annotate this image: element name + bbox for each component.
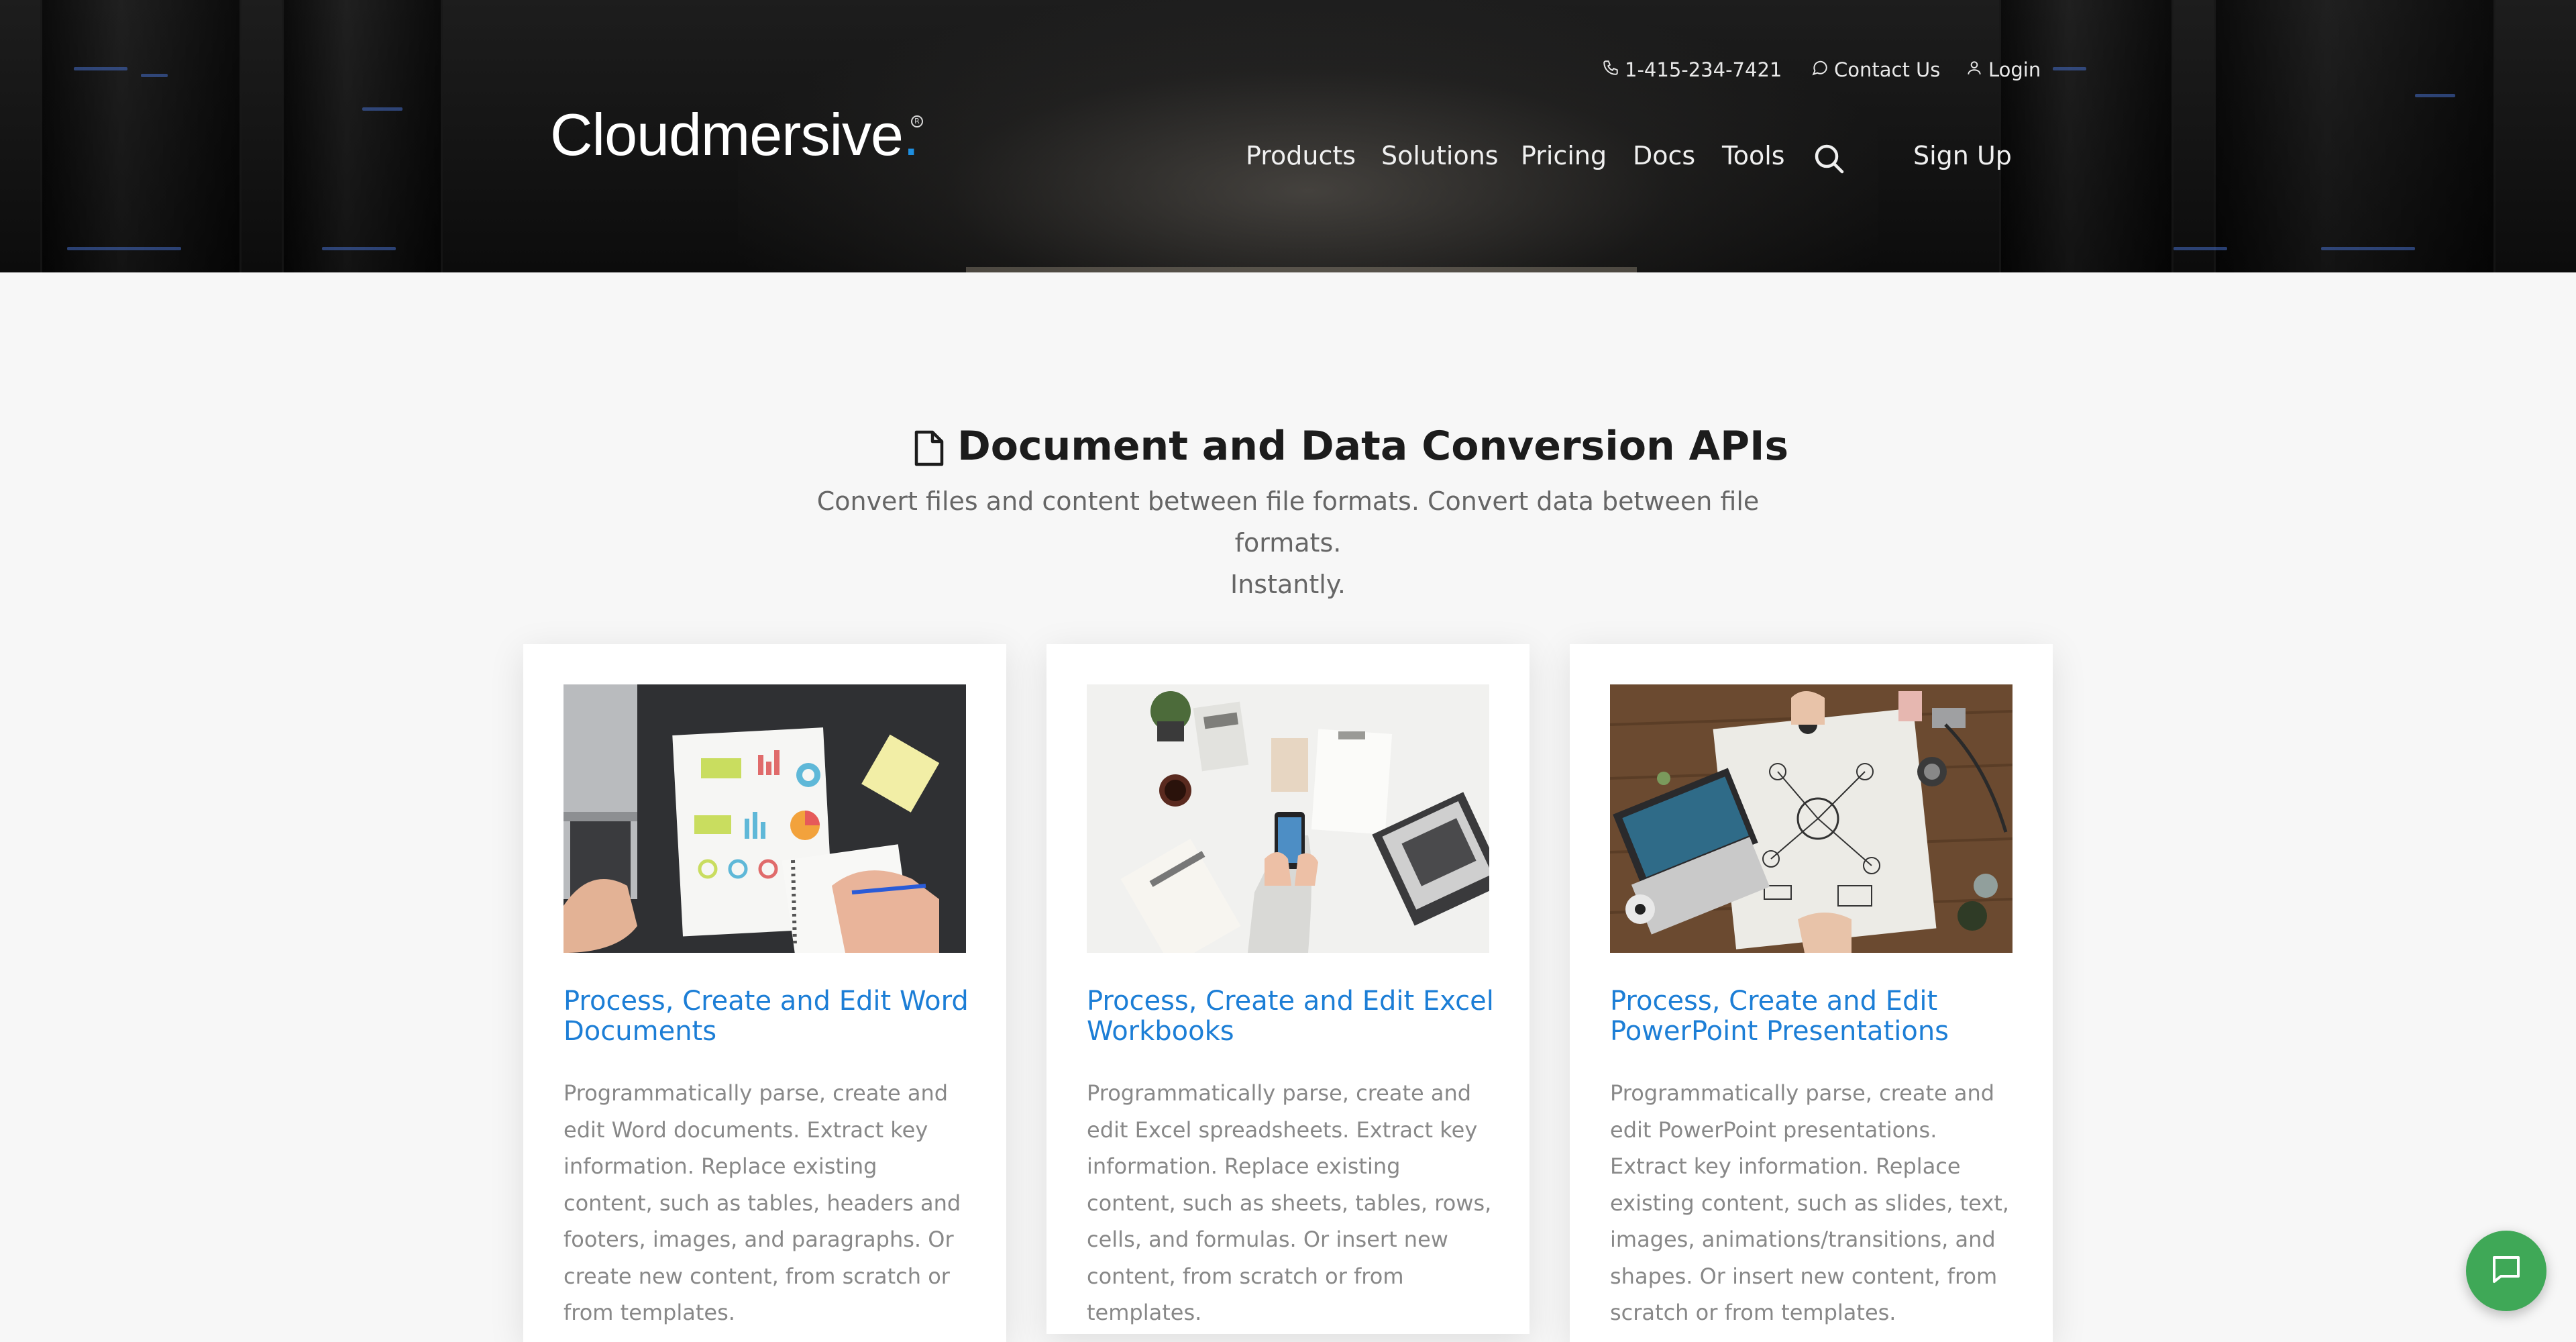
card-title-line: Process, Create and Edit (1610, 986, 1938, 1017)
card-title[interactable]: Process, Create and Edit Word Documents (564, 986, 979, 1047)
card-title-line: Documents (564, 1016, 717, 1047)
server-light (67, 247, 181, 250)
card-description: Programmatically parse, create and edit … (1610, 1080, 2009, 1325)
phone-icon (1602, 58, 1619, 81)
card-title-line: Process, Create and Edit Excel (1087, 986, 1494, 1017)
nav-tools[interactable]: Tools (1722, 141, 1785, 170)
server-rack-image (1999, 0, 2174, 272)
server-light (2415, 94, 2455, 97)
sign-up-button[interactable]: Sign Up (1913, 141, 2012, 170)
server-light (2053, 67, 2086, 70)
nav-solutions[interactable]: Solutions (1381, 141, 1499, 170)
card-excel[interactable]: Process, Create and Edit Excel Workbooks… (1046, 644, 1529, 1334)
card-title[interactable]: Process, Create and Edit PowerPoint Pres… (1610, 986, 2026, 1047)
logo-text: Cloudmersive (550, 101, 904, 168)
card-word[interactable]: Process, Create and Edit Word Documents … (523, 644, 1006, 1342)
card-title-line: Process, Create and Edit Word (564, 986, 969, 1017)
card-title-line: PowerPoint Presentations (1610, 1016, 1949, 1047)
phone-number: 1-415-234-7421 (1625, 58, 1782, 81)
server-rack-image (40, 0, 241, 272)
subtitle-line: Instantly. (1230, 570, 1346, 599)
search-icon[interactable] (1813, 142, 1846, 176)
nav-docs[interactable]: Docs (1633, 141, 1695, 170)
card-title-line: Workbooks (1087, 1016, 1234, 1047)
login-link[interactable]: Login (1966, 58, 2041, 82)
document-icon (914, 429, 945, 467)
chat-bubble-icon (1811, 58, 1829, 81)
server-light (322, 247, 396, 250)
server-rack-image (2214, 0, 2496, 272)
registered-mark: R (911, 115, 923, 127)
server-light (2321, 247, 2415, 250)
card-description: Programmatically parse, create and edit … (1087, 1080, 1492, 1325)
phone-link[interactable]: 1-415-234-7421 (1602, 58, 1782, 82)
user-icon (1966, 58, 1983, 81)
laptop-charts-photo (564, 684, 966, 953)
page-subtitle: Convert files and content between file f… (805, 480, 1771, 605)
contact-link[interactable]: Contact Us (1811, 58, 1940, 82)
desk-phone-photo (1087, 684, 1489, 953)
chat-icon (2489, 1252, 2524, 1290)
header-divider (966, 267, 1637, 272)
server-light (74, 67, 127, 70)
server-rack-image (282, 0, 443, 272)
business-sketch-photo (1610, 684, 2012, 953)
logo-dot: . (902, 101, 919, 168)
site-header: Cloudmersive. R 1-415-234-7421 Contact U… (0, 0, 2576, 272)
card-description: Programmatically parse, create and edit … (564, 1080, 961, 1325)
server-light (362, 107, 402, 111)
page-title: Document and Data Conversion APIs (957, 423, 1789, 470)
login-label: Login (1988, 58, 2041, 81)
server-light (141, 74, 168, 77)
server-light (2174, 247, 2227, 250)
card-powerpoint[interactable]: Process, Create and Edit PowerPoint Pres… (1570, 644, 2053, 1342)
site-logo[interactable]: Cloudmersive. (550, 101, 919, 169)
subtitle-line: Convert files and content between file f… (816, 486, 1760, 558)
nav-products[interactable]: Products (1246, 141, 1356, 170)
contact-label: Contact Us (1834, 58, 1941, 81)
card-title[interactable]: Process, Create and Edit Excel Workbooks (1087, 986, 1503, 1047)
chat-button[interactable] (2466, 1231, 2546, 1311)
nav-pricing[interactable]: Pricing (1521, 141, 1607, 170)
